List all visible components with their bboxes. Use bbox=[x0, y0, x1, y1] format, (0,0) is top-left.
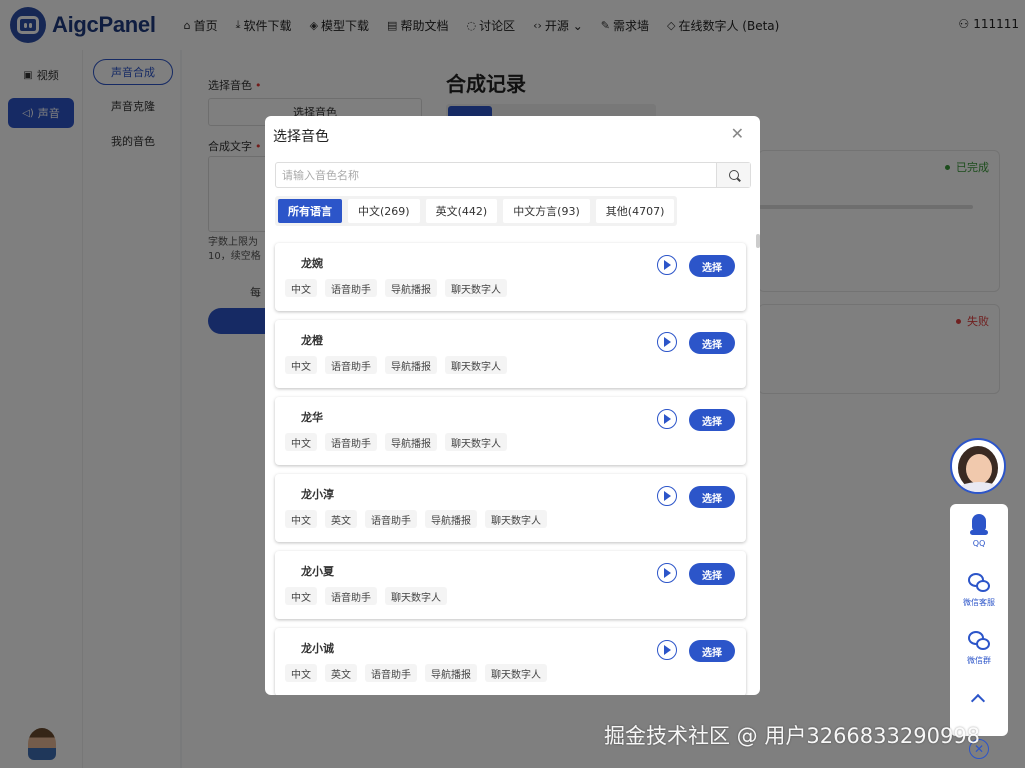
voice-name: 龙小夏 bbox=[301, 565, 334, 578]
wechat-icon bbox=[967, 572, 991, 594]
voice-card[interactable]: 龙小淳中文 英文 语音助手 导航播报 聊天数字人 选择 bbox=[275, 474, 746, 542]
select-voice-button[interactable]: 选择 bbox=[689, 486, 735, 508]
qq-contact[interactable]: QQ bbox=[950, 514, 1008, 548]
voice-tag: 英文 bbox=[325, 664, 357, 682]
voice-tag: 聊天数字人 bbox=[445, 279, 507, 297]
select-voice-modal: 选择音色 ✕ 所有语言中文(269)英文(442)中文方言(93)其他(4707… bbox=[265, 116, 760, 695]
select-voice-button[interactable]: 选择 bbox=[689, 255, 735, 277]
search-box bbox=[275, 162, 751, 188]
wechat-icon bbox=[967, 630, 991, 652]
voice-tag: 聊天数字人 bbox=[445, 433, 507, 451]
voice-tag: 中文 bbox=[285, 356, 317, 374]
qq-icon bbox=[970, 514, 988, 536]
contact-panel: QQ 微信客服 微信群 bbox=[950, 504, 1008, 736]
select-voice-button[interactable]: 选择 bbox=[689, 332, 735, 354]
wechat-service-contact[interactable]: 微信客服 bbox=[950, 572, 1008, 608]
voice-tag: 中文 bbox=[285, 433, 317, 451]
voice-tag: 聊天数字人 bbox=[485, 664, 547, 682]
voice-tag: 英文 bbox=[325, 510, 357, 528]
voice-tag: 导航播报 bbox=[425, 510, 477, 528]
lang-tab-4[interactable]: 其他(4707) bbox=[595, 199, 675, 223]
wechat-group-contact[interactable]: 微信群 bbox=[950, 630, 1008, 666]
voice-card[interactable]: 龙小诚中文 英文 语音助手 导航播报 聊天数字人 选择 bbox=[275, 628, 746, 695]
play-icon[interactable] bbox=[657, 563, 677, 583]
search-icon bbox=[728, 170, 739, 180]
voice-card[interactable]: 龙婉中文 语音助手 导航播报 聊天数字人 选择 bbox=[275, 243, 746, 311]
play-icon[interactable] bbox=[657, 409, 677, 429]
voice-tags: 中文 英文 语音助手 导航播报 聊天数字人 bbox=[285, 510, 555, 528]
play-icon[interactable] bbox=[657, 332, 677, 352]
voice-name: 龙婉 bbox=[301, 257, 323, 270]
voice-tag: 导航播报 bbox=[385, 356, 437, 374]
voice-tags: 中文 语音助手 导航播报 聊天数字人 bbox=[285, 356, 515, 374]
voice-name: 龙小淳 bbox=[301, 488, 334, 501]
select-voice-button[interactable]: 选择 bbox=[689, 563, 735, 585]
voice-name: 龙橙 bbox=[301, 334, 323, 347]
play-icon[interactable] bbox=[657, 255, 677, 275]
voice-tag: 语音助手 bbox=[365, 510, 417, 528]
voice-tags: 中文 语音助手 聊天数字人 bbox=[285, 587, 455, 605]
language-tabs: 所有语言 中文(269) 英文(442) 中文方言(93) 其他(4707) bbox=[275, 196, 678, 226]
voice-tag: 导航播报 bbox=[385, 279, 437, 297]
voice-tags: 中文 语音助手 导航播报 聊天数字人 bbox=[285, 279, 515, 297]
voice-tag: 聊天数字人 bbox=[485, 510, 547, 528]
lang-tab-0[interactable]: 所有语言 bbox=[278, 199, 342, 223]
voice-tag: 聊天数字人 bbox=[385, 587, 447, 605]
chevron-up-icon[interactable] bbox=[970, 693, 986, 709]
voice-tags: 中文 英文 语音助手 导航播报 聊天数字人 bbox=[285, 664, 555, 682]
voice-tag: 聊天数字人 bbox=[445, 356, 507, 374]
voice-card[interactable]: 龙橙中文 语音助手 导航播报 聊天数字人 选择 bbox=[275, 320, 746, 388]
voice-list: 龙婉 中文 语音助手 导航播报 聊天数字人 选择 龙橙 中文 语音助手 导航播报 聊天数字人 选择 龙华… bbox=[265, 240, 760, 695]
search-input[interactable] bbox=[276, 163, 716, 187]
voice-tag: 中文 bbox=[285, 664, 317, 682]
play-icon[interactable] bbox=[657, 486, 677, 506]
play-icon[interactable] bbox=[657, 640, 677, 660]
voice-tags: 中文 语音助手 导航播报 聊天数字人 bbox=[285, 433, 515, 451]
modal-title: 选择音色 bbox=[273, 129, 329, 145]
voice-card[interactable]: 龙小夏中文 语音助手 聊天数字人 选择 bbox=[275, 551, 746, 619]
voice-tag: 中文 bbox=[285, 587, 317, 605]
voice-name: 龙华 bbox=[301, 411, 323, 424]
customer-service-avatar[interactable] bbox=[950, 438, 1006, 494]
voice-tag: 语音助手 bbox=[325, 433, 377, 451]
voice-tag: 语音助手 bbox=[365, 664, 417, 682]
lang-tab-2[interactable]: 英文(442) bbox=[425, 199, 498, 223]
voice-tag: 中文 bbox=[285, 510, 317, 528]
voice-tag: 语音助手 bbox=[325, 587, 377, 605]
voice-tag: 语音助手 bbox=[325, 356, 377, 374]
voice-tag: 导航播报 bbox=[385, 433, 437, 451]
select-voice-button[interactable]: 选择 bbox=[689, 409, 735, 431]
voice-tag: 中文 bbox=[285, 279, 317, 297]
select-voice-button[interactable]: 选择 bbox=[689, 640, 735, 662]
voice-tag: 语音助手 bbox=[325, 279, 377, 297]
voice-tag: 导航播报 bbox=[425, 664, 477, 682]
search-button[interactable] bbox=[716, 163, 750, 187]
voice-card[interactable]: 龙华中文 语音助手 导航播报 聊天数字人 选择 bbox=[275, 397, 746, 465]
watermark: 掘金技术社区 @ 用户3266833290998 bbox=[604, 724, 981, 748]
lang-tab-1[interactable]: 中文(269) bbox=[348, 199, 420, 223]
voice-name: 龙小诚 bbox=[301, 642, 334, 655]
lang-tab-3[interactable]: 中文方言(93) bbox=[503, 199, 590, 223]
close-icon[interactable]: ✕ bbox=[731, 124, 744, 143]
